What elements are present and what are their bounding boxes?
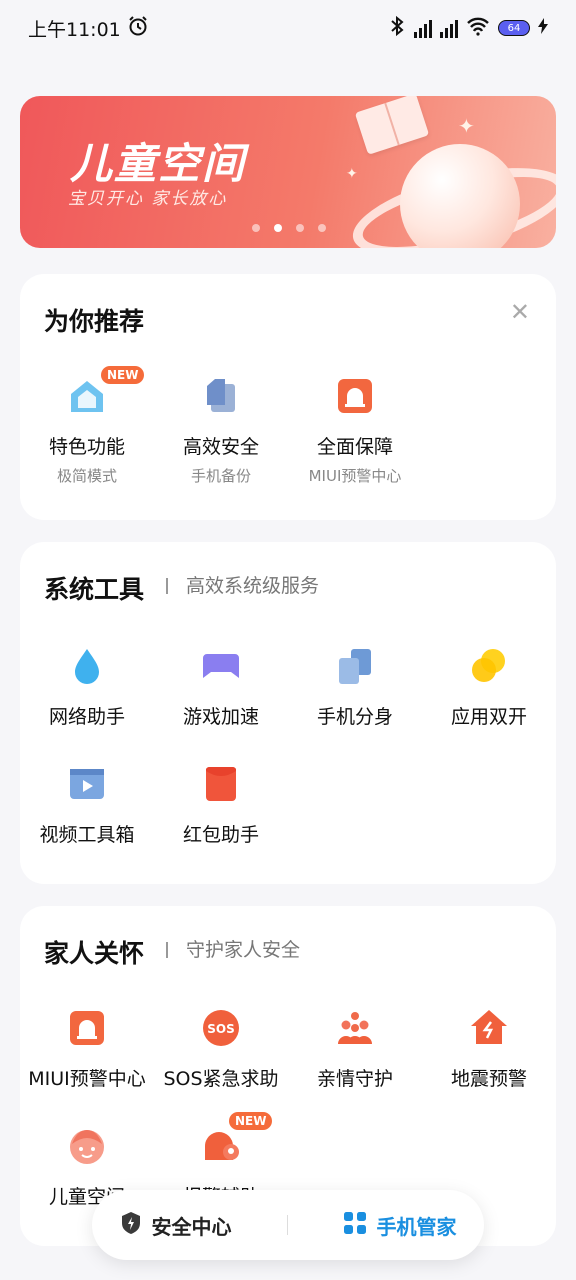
family-title: 家人关怀 [44, 939, 145, 968]
nav-phone-manager[interactable]: 手机管家 [343, 1211, 457, 1240]
tile-label: MIUI预警中心 [28, 1068, 146, 1090]
carousel-dot-active[interactable] [274, 224, 282, 232]
status-bar: 上午11:01 64 [0, 0, 576, 56]
nav-security-center[interactable]: 安全中心 [120, 1211, 232, 1240]
battery-icon: 64 [498, 20, 530, 36]
tile-label: 全面保障 [316, 436, 393, 458]
kids-space-banner[interactable]: ✦ ✦ 儿童空间 宝贝开心 家长放心 [20, 96, 556, 248]
tile-sublabel: MIUI预警中心 [308, 467, 402, 485]
system-tools-card: 系统工具 高效系统级服务 网络助手 游戏加速 手机分身 应用双开 视频工具箱 红… [20, 542, 556, 884]
carousel-dot[interactable] [252, 224, 260, 232]
charging-icon [538, 17, 548, 39]
shield-icon [120, 1211, 142, 1240]
backup-icon [201, 376, 241, 416]
tools-subtitle: 高效系统级服务 [166, 577, 319, 596]
police-alarm-icon: NEW [201, 1112, 273, 1166]
sparkle-icon: ✦ [346, 166, 358, 182]
tile-family-guard[interactable]: 亲情守护 [288, 1008, 422, 1091]
signal-icon [414, 18, 432, 38]
new-badge: NEW [229, 1112, 273, 1130]
water-drop-icon [67, 646, 107, 686]
alarm-icon [335, 376, 375, 416]
bluetooth-icon [388, 15, 406, 42]
wifi-icon [466, 16, 490, 41]
alarm-clock-icon [127, 15, 149, 42]
grid-icon [343, 1211, 367, 1240]
tile-backup[interactable]: 高效安全 手机备份 [154, 376, 288, 486]
tile-label: 应用双开 [450, 706, 527, 728]
carousel-dot[interactable] [318, 224, 326, 232]
recommend-card: 为你推荐 ✕ NEW 特色功能 极简模式 高效安全 手机备份 全面保障 MIUI… [20, 274, 556, 520]
tile-label: 视频工具箱 [39, 824, 135, 846]
tile-video-toolbox[interactable]: 视频工具箱 [20, 764, 154, 847]
red-envelope-icon [201, 764, 241, 804]
tile-dual-apps[interactable]: 应用双开 [422, 646, 556, 729]
gamepad-icon [201, 646, 241, 686]
tile-label: 地震预警 [450, 1068, 527, 1090]
carousel-dots [252, 224, 326, 232]
tile-second-space[interactable]: 手机分身 [288, 646, 422, 729]
home-icon: NEW [67, 366, 145, 416]
alarm-icon [67, 1008, 107, 1048]
family-subtitle: 守护家人安全 [166, 941, 300, 960]
tile-sublabel: 手机备份 [190, 467, 251, 485]
tile-network-assistant[interactable]: 网络助手 [20, 646, 154, 729]
tile-label: 亲情守护 [316, 1068, 393, 1090]
nav-divider [286, 1215, 288, 1235]
tile-label: 游戏加速 [182, 706, 259, 728]
tile-earthquake-warning[interactable]: 地震预警 [422, 1008, 556, 1091]
tile-label: 高效安全 [182, 436, 259, 458]
child-face-icon [67, 1126, 107, 1166]
earthquake-icon [469, 1008, 509, 1048]
family-icon [335, 1008, 375, 1048]
nav-label-active: 手机管家 [376, 1214, 457, 1239]
tile-label: 网络助手 [48, 706, 125, 728]
planet-illustration [400, 144, 520, 248]
recommend-title: 为你推荐 [44, 307, 145, 336]
tile-sublabel: 极简模式 [56, 467, 117, 485]
tile-alarm-center[interactable]: MIUI预警中心 [20, 1008, 154, 1091]
signal-icon [440, 18, 458, 38]
bottom-nav: 安全中心 手机管家 [92, 1190, 484, 1260]
svg-text:SOS: SOS [207, 1022, 235, 1036]
video-icon [67, 764, 107, 804]
status-time: 上午11:01 [28, 18, 121, 41]
nav-label: 安全中心 [151, 1214, 232, 1239]
sos-icon: SOS [201, 1008, 241, 1048]
tile-feature[interactable]: NEW 特色功能 极简模式 [20, 366, 154, 486]
tile-label: 特色功能 [48, 436, 125, 458]
book-illustration [354, 96, 430, 155]
carousel-dot[interactable] [296, 224, 304, 232]
clone-icon [335, 646, 375, 686]
banner-subtitle: 宝贝开心 家长放心 [68, 189, 228, 209]
tile-sos[interactable]: SOS SOS紧急求助 [154, 1008, 288, 1091]
tile-red-packet[interactable]: 红包助手 [154, 764, 288, 847]
tile-label: 红包助手 [182, 824, 259, 846]
banner-title: 儿童空间 [70, 139, 247, 188]
tile-game-boost[interactable]: 游戏加速 [154, 646, 288, 729]
new-badge: NEW [101, 366, 145, 384]
tile-label: 手机分身 [316, 706, 393, 728]
tile-alarm-center[interactable]: 全面保障 MIUI预警中心 [288, 376, 422, 486]
dual-app-icon [469, 646, 509, 686]
close-icon[interactable]: ✕ [510, 298, 530, 326]
tile-label: SOS紧急求助 [163, 1068, 279, 1090]
tools-title: 系统工具 [44, 575, 145, 604]
sparkle-icon: ✦ [458, 114, 475, 138]
